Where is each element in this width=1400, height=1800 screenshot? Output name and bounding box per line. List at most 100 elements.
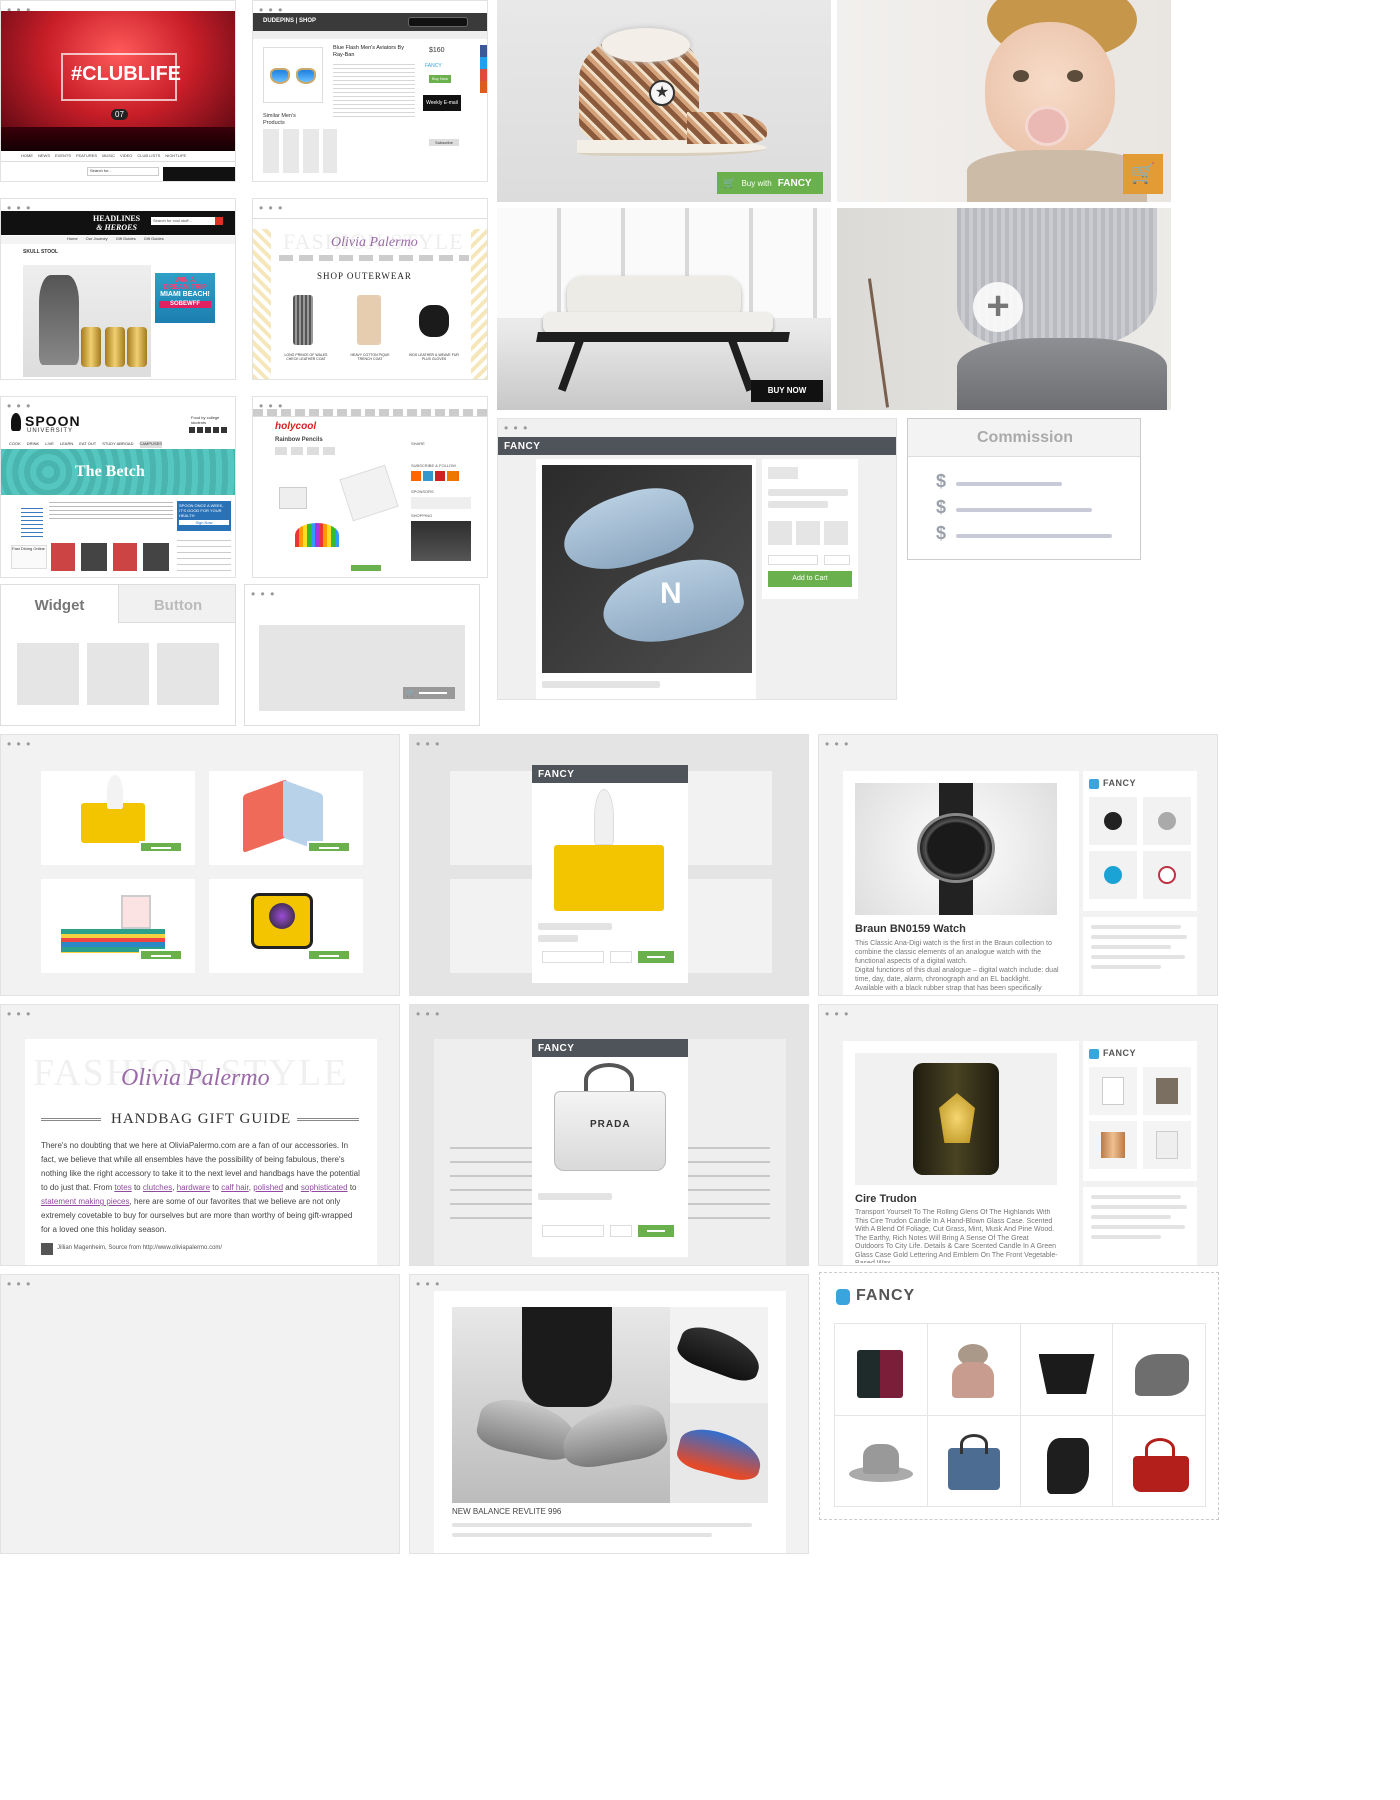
related-candle[interactable]: [1089, 1121, 1137, 1169]
option-swatch[interactable]: [796, 521, 820, 545]
article-link[interactable]: polished: [253, 1183, 283, 1192]
nav-item[interactable]: Gift Guides: [144, 236, 164, 244]
grid-item-pom-beanie[interactable]: [927, 1324, 1020, 1415]
nav-item[interactable]: COOK: [9, 441, 21, 448]
clublife-search-input[interactable]: Search for...: [87, 167, 159, 176]
nav-item[interactable]: Our Journey: [86, 236, 108, 244]
article-link[interactable]: statement making pieces: [41, 1197, 130, 1206]
qty-select[interactable]: [610, 951, 632, 963]
article-link[interactable]: calf hair: [221, 1183, 249, 1192]
nav-item[interactable]: LEARN: [60, 441, 73, 448]
widget-placeholder: [87, 643, 149, 705]
olivia-logo[interactable]: Olivia Palermo: [331, 235, 418, 251]
dudepins-buy-button[interactable]: Buy Now: [429, 75, 451, 83]
social-icons[interactable]: [411, 471, 459, 481]
related-watch[interactable]: [1089, 851, 1137, 899]
nav-item[interactable]: LIVE: [45, 441, 54, 448]
nav-item[interactable]: VIDEO: [120, 153, 132, 161]
product-buy-button[interactable]: [139, 841, 183, 853]
add-to-cart-button[interactable]: Add to Cart: [768, 571, 852, 587]
nav-item[interactable]: MUSIC: [102, 153, 115, 161]
cart-button[interactable]: 🛒: [1123, 154, 1163, 194]
related-watch[interactable]: [1143, 851, 1191, 899]
nav-item[interactable]: EVENTS: [55, 153, 71, 161]
fancy-logo-icon: [1089, 1049, 1099, 1059]
grid-item-fedora-hat[interactable]: [835, 1415, 927, 1506]
qty-select[interactable]: [824, 555, 850, 565]
grid-item-ankle-boot[interactable]: [1113, 1324, 1205, 1415]
product-tile[interactable]: [209, 771, 363, 865]
nav-item[interactable]: DRINK: [27, 441, 39, 448]
dudepins-subscribe-button[interactable]: Subscribe: [429, 139, 459, 146]
headlines-logo[interactable]: HEADLINES & HEROES: [93, 214, 140, 232]
related-watch[interactable]: [1143, 797, 1191, 845]
grid-item-tote-bag[interactable]: [835, 1324, 927, 1415]
coat-product-1[interactable]: [293, 295, 313, 345]
product-buy-button[interactable]: [307, 949, 351, 961]
product-tile[interactable]: [41, 771, 195, 865]
cart-button-preview[interactable]: 🛒: [403, 687, 455, 699]
add-to-cart-button[interactable]: [636, 1223, 676, 1239]
nav-item[interactable]: NEWS: [38, 153, 50, 161]
option-swatch[interactable]: [824, 521, 848, 545]
grid-item-studded-boot[interactable]: [1020, 1415, 1113, 1506]
size-select[interactable]: [542, 1225, 604, 1237]
tab-widget[interactable]: Widget: [1, 585, 119, 623]
miami-ad-banner[interactable]: WIN A DREAM TRIP MIAMI BEACH! SOBEWFF: [155, 273, 215, 323]
nav-item[interactable]: FEATURES: [76, 153, 97, 161]
article-link[interactable]: totes: [114, 1183, 131, 1192]
fancy-grid-logo[interactable]: FANCY: [856, 1287, 915, 1305]
related-watch[interactable]: [1089, 797, 1137, 845]
grid-item-red-bag[interactable]: [1113, 1415, 1205, 1506]
spoon-thumbs: [51, 543, 173, 571]
product-tile[interactable]: [41, 879, 195, 973]
article-link[interactable]: clutches: [143, 1183, 172, 1192]
related-candle[interactable]: [1143, 1067, 1191, 1115]
buy-with-fancy-button[interactable]: 🛒 Buy with FANCY: [717, 172, 823, 194]
nav-item[interactable]: EAT OUT: [79, 441, 96, 448]
qty-select[interactable]: [610, 1225, 632, 1237]
nav-item[interactable]: Gift Guides: [116, 236, 136, 244]
related-candle[interactable]: [1089, 1067, 1137, 1115]
spoon-ad[interactable]: Fast Dining Online: [11, 545, 47, 569]
product-tile[interactable]: [209, 879, 363, 973]
ad-line: WIN A: [174, 277, 196, 284]
app-store-badge[interactable]: [408, 17, 468, 27]
window-dots: • • •: [251, 587, 276, 601]
coat-product-2[interactable]: [357, 295, 381, 345]
promo-button[interactable]: Sign Now: [179, 520, 229, 525]
nav-item[interactable]: CLUB LISTS: [137, 153, 160, 161]
related-candle[interactable]: [1143, 1121, 1191, 1169]
search-button[interactable]: [215, 217, 223, 225]
add-to-cart-small[interactable]: [351, 565, 381, 571]
headlines-search-input[interactable]: Search for cool stuff...: [151, 217, 215, 225]
gloves-product[interactable]: [419, 305, 449, 337]
holycool-logo[interactable]: holycool: [275, 421, 316, 432]
nav-item[interactable]: NIGHTLIFE: [165, 153, 186, 161]
window-dots: • • •: [416, 1007, 441, 1021]
product-buy-button[interactable]: [307, 841, 351, 853]
product-buy-button[interactable]: [139, 949, 183, 961]
buy-now-button[interactable]: BUY NOW: [751, 380, 823, 402]
size-select[interactable]: [768, 555, 818, 565]
spoon-logo[interactable]: SPOON: [25, 413, 81, 429]
add-to-cart-button[interactable]: [636, 949, 676, 965]
option-swatch[interactable]: [768, 521, 792, 545]
nav-item[interactable]: Home: [67, 236, 78, 244]
olivia-logo[interactable]: Olivia Palermo: [121, 1065, 270, 1092]
dudepins-logo[interactable]: DUDEPINS | SHOP: [263, 18, 316, 24]
grid-item-black-tote[interactable]: [1020, 1324, 1113, 1415]
title-placeholder: [538, 1193, 612, 1200]
nav-item[interactable]: HOME: [21, 153, 33, 161]
n-logo: N: [660, 577, 682, 610]
shopping-ad[interactable]: [411, 521, 471, 561]
article-link[interactable]: sophisticated: [301, 1183, 348, 1192]
size-select[interactable]: [542, 951, 604, 963]
tab-button[interactable]: Button: [119, 585, 235, 623]
sponsor-ad[interactable]: [411, 497, 471, 509]
nav-item[interactable]: CAMPUSES: [139, 441, 162, 448]
add-plus-button[interactable]: +: [973, 282, 1023, 332]
nav-item[interactable]: STUDY ABROAD: [102, 441, 133, 448]
grid-item-blue-tote[interactable]: [927, 1415, 1020, 1506]
article-link[interactable]: hardware: [177, 1183, 210, 1192]
